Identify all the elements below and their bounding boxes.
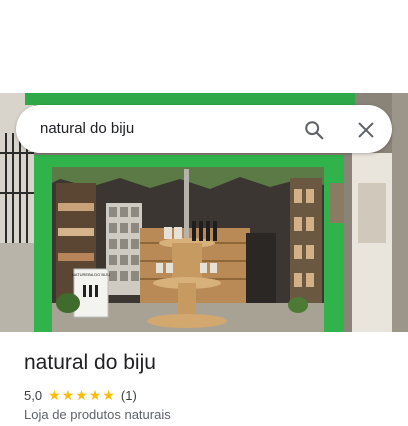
search-bar[interactable]: natural do biju [16, 105, 392, 153]
place-info-panel[interactable]: natural do biju 5,0 ★ ★ ★ ★ ★ (1) Loja d… [0, 332, 408, 426]
place-category: Loja de produtos naturais [24, 407, 171, 422]
review-count-link[interactable]: (1) [121, 388, 137, 403]
search-icon[interactable] [303, 119, 325, 141]
close-icon[interactable] [355, 119, 377, 141]
rating-value: 5,0 [24, 387, 43, 403]
star-icon: ★ [61, 387, 75, 403]
rating-row[interactable]: 5,0 ★ ★ ★ ★ ★ (1) [24, 386, 137, 404]
star-icon: ★ [75, 387, 88, 403]
rating-stars: ★ ★ ★ ★ ★ [48, 388, 116, 402]
place-title[interactable]: natural do biju [24, 350, 156, 376]
star-icon: ★ [102, 387, 115, 403]
sign-board-text: NATUREBA DO BIJU [72, 272, 110, 277]
top-whitespace [0, 0, 408, 93]
star-icon: ★ [88, 387, 102, 403]
star-icon: ★ [48, 387, 61, 403]
search-input[interactable]: natural do biju [40, 119, 134, 139]
